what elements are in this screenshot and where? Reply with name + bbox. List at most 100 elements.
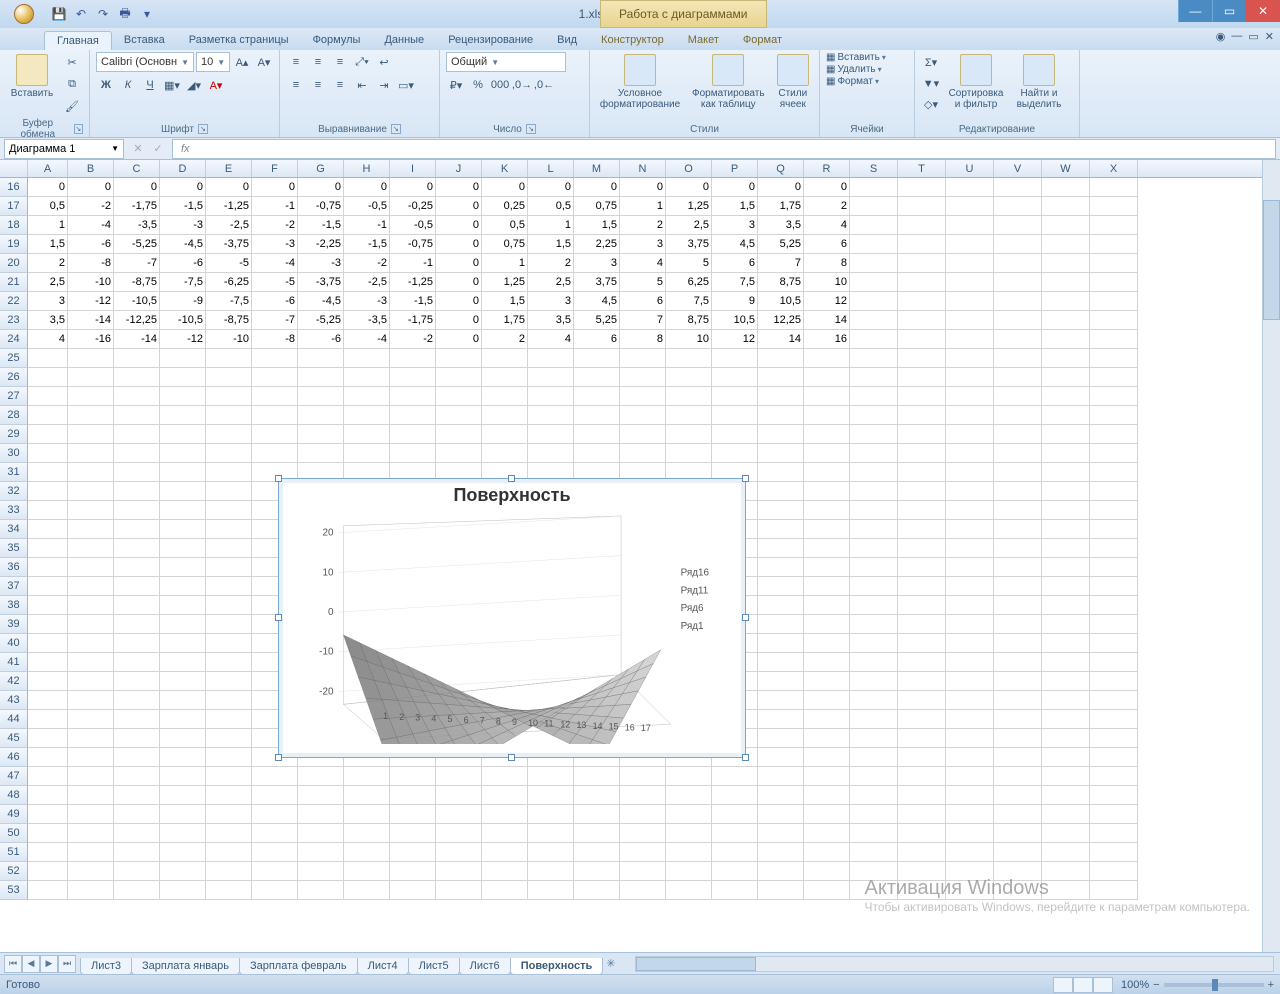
cell-J24[interactable]: 0 [436,330,482,349]
cell-B39[interactable] [68,615,114,634]
cell-C19[interactable]: -5,25 [114,235,160,254]
cell-B31[interactable] [68,463,114,482]
cell-R22[interactable]: 12 [804,292,850,311]
cell-W24[interactable] [1042,330,1090,349]
cell-R26[interactable] [804,368,850,387]
cell-K49[interactable] [482,805,528,824]
cell-C43[interactable] [114,691,160,710]
mdi-close[interactable]: ✕ [1265,30,1274,43]
cell-G25[interactable] [298,349,344,368]
cell-A22[interactable]: 3 [28,292,68,311]
cell-U44[interactable] [946,710,994,729]
cell-A26[interactable] [28,368,68,387]
cell-S46[interactable] [850,748,898,767]
cell-X44[interactable] [1090,710,1138,729]
cell-A51[interactable] [28,843,68,862]
cell-L29[interactable] [528,425,574,444]
row-header-45[interactable]: 45 [0,729,28,748]
cell-S32[interactable] [850,482,898,501]
cell-B28[interactable] [68,406,114,425]
cell-W37[interactable] [1042,577,1090,596]
cell-W16[interactable] [1042,178,1090,197]
cell-D19[interactable]: -4,5 [160,235,206,254]
cell-W31[interactable] [1042,463,1090,482]
cell-I18[interactable]: -0,5 [390,216,436,235]
cell-H24[interactable]: -4 [344,330,390,349]
cell-R27[interactable] [804,387,850,406]
align-middle[interactable]: ≡ [308,52,328,72]
cell-T42[interactable] [898,672,946,691]
cell-R25[interactable] [804,349,850,368]
cell-B41[interactable] [68,653,114,672]
cell-U28[interactable] [946,406,994,425]
row-header-53[interactable]: 53 [0,881,28,900]
cell-D34[interactable] [160,520,206,539]
col-header-L[interactable]: L [528,160,574,177]
cell-R28[interactable] [804,406,850,425]
cell-M53[interactable] [574,881,620,900]
sheet-tab-Лист3[interactable]: Лист3 [80,958,132,975]
cell-B49[interactable] [68,805,114,824]
cell-F47[interactable] [252,767,298,786]
cell-D49[interactable] [160,805,206,824]
cell-I16[interactable]: 0 [390,178,436,197]
cell-G19[interactable]: -2,25 [298,235,344,254]
row-header-37[interactable]: 37 [0,577,28,596]
cell-W22[interactable] [1042,292,1090,311]
cell-S37[interactable] [850,577,898,596]
cell-O18[interactable]: 2,5 [666,216,712,235]
underline-button[interactable]: Ч [140,75,160,95]
cell-W20[interactable] [1042,254,1090,273]
tab-формат[interactable]: Формат [731,31,794,50]
cell-T28[interactable] [898,406,946,425]
cell-D43[interactable] [160,691,206,710]
cell-V51[interactable] [994,843,1042,862]
cell-Q21[interactable]: 8,75 [758,273,804,292]
cell-Q31[interactable] [758,463,804,482]
cell-G29[interactable] [298,425,344,444]
cell-V26[interactable] [994,368,1042,387]
cell-S22[interactable] [850,292,898,311]
border-button[interactable]: ▦▾ [162,75,182,95]
cell-X38[interactable] [1090,596,1138,615]
vertical-scrollbar[interactable] [1262,160,1280,952]
cell-N21[interactable]: 5 [620,273,666,292]
cell-G28[interactable] [298,406,344,425]
cell-S45[interactable] [850,729,898,748]
cell-U45[interactable] [946,729,994,748]
cell-A53[interactable] [28,881,68,900]
cell-D47[interactable] [160,767,206,786]
cell-K19[interactable]: 0,75 [482,235,528,254]
cell-C52[interactable] [114,862,160,881]
cell-Q20[interactable]: 7 [758,254,804,273]
cell-F27[interactable] [252,387,298,406]
clear-button[interactable]: ◇▾ [921,94,941,114]
cell-B24[interactable]: -16 [68,330,114,349]
cell-E18[interactable]: -2,5 [206,216,252,235]
view-page-break[interactable] [1093,977,1113,993]
cell-V43[interactable] [994,691,1042,710]
cell-C38[interactable] [114,596,160,615]
cell-B25[interactable] [68,349,114,368]
cell-S51[interactable] [850,843,898,862]
cell-C35[interactable] [114,539,160,558]
cell-Q39[interactable] [758,615,804,634]
cell-N53[interactable] [620,881,666,900]
row-header-20[interactable]: 20 [0,254,28,273]
cell-M49[interactable] [574,805,620,824]
cell-S20[interactable] [850,254,898,273]
row-header-19[interactable]: 19 [0,235,28,254]
cell-W47[interactable] [1042,767,1090,786]
cell-G52[interactable] [298,862,344,881]
cell-G17[interactable]: -0,75 [298,197,344,216]
cell-T43[interactable] [898,691,946,710]
cell-W30[interactable] [1042,444,1090,463]
cell-P19[interactable]: 4,5 [712,235,758,254]
cell-K26[interactable] [482,368,528,387]
cell-C48[interactable] [114,786,160,805]
cell-I52[interactable] [390,862,436,881]
cell-C30[interactable] [114,444,160,463]
cell-S17[interactable] [850,197,898,216]
cell-B44[interactable] [68,710,114,729]
cell-S25[interactable] [850,349,898,368]
